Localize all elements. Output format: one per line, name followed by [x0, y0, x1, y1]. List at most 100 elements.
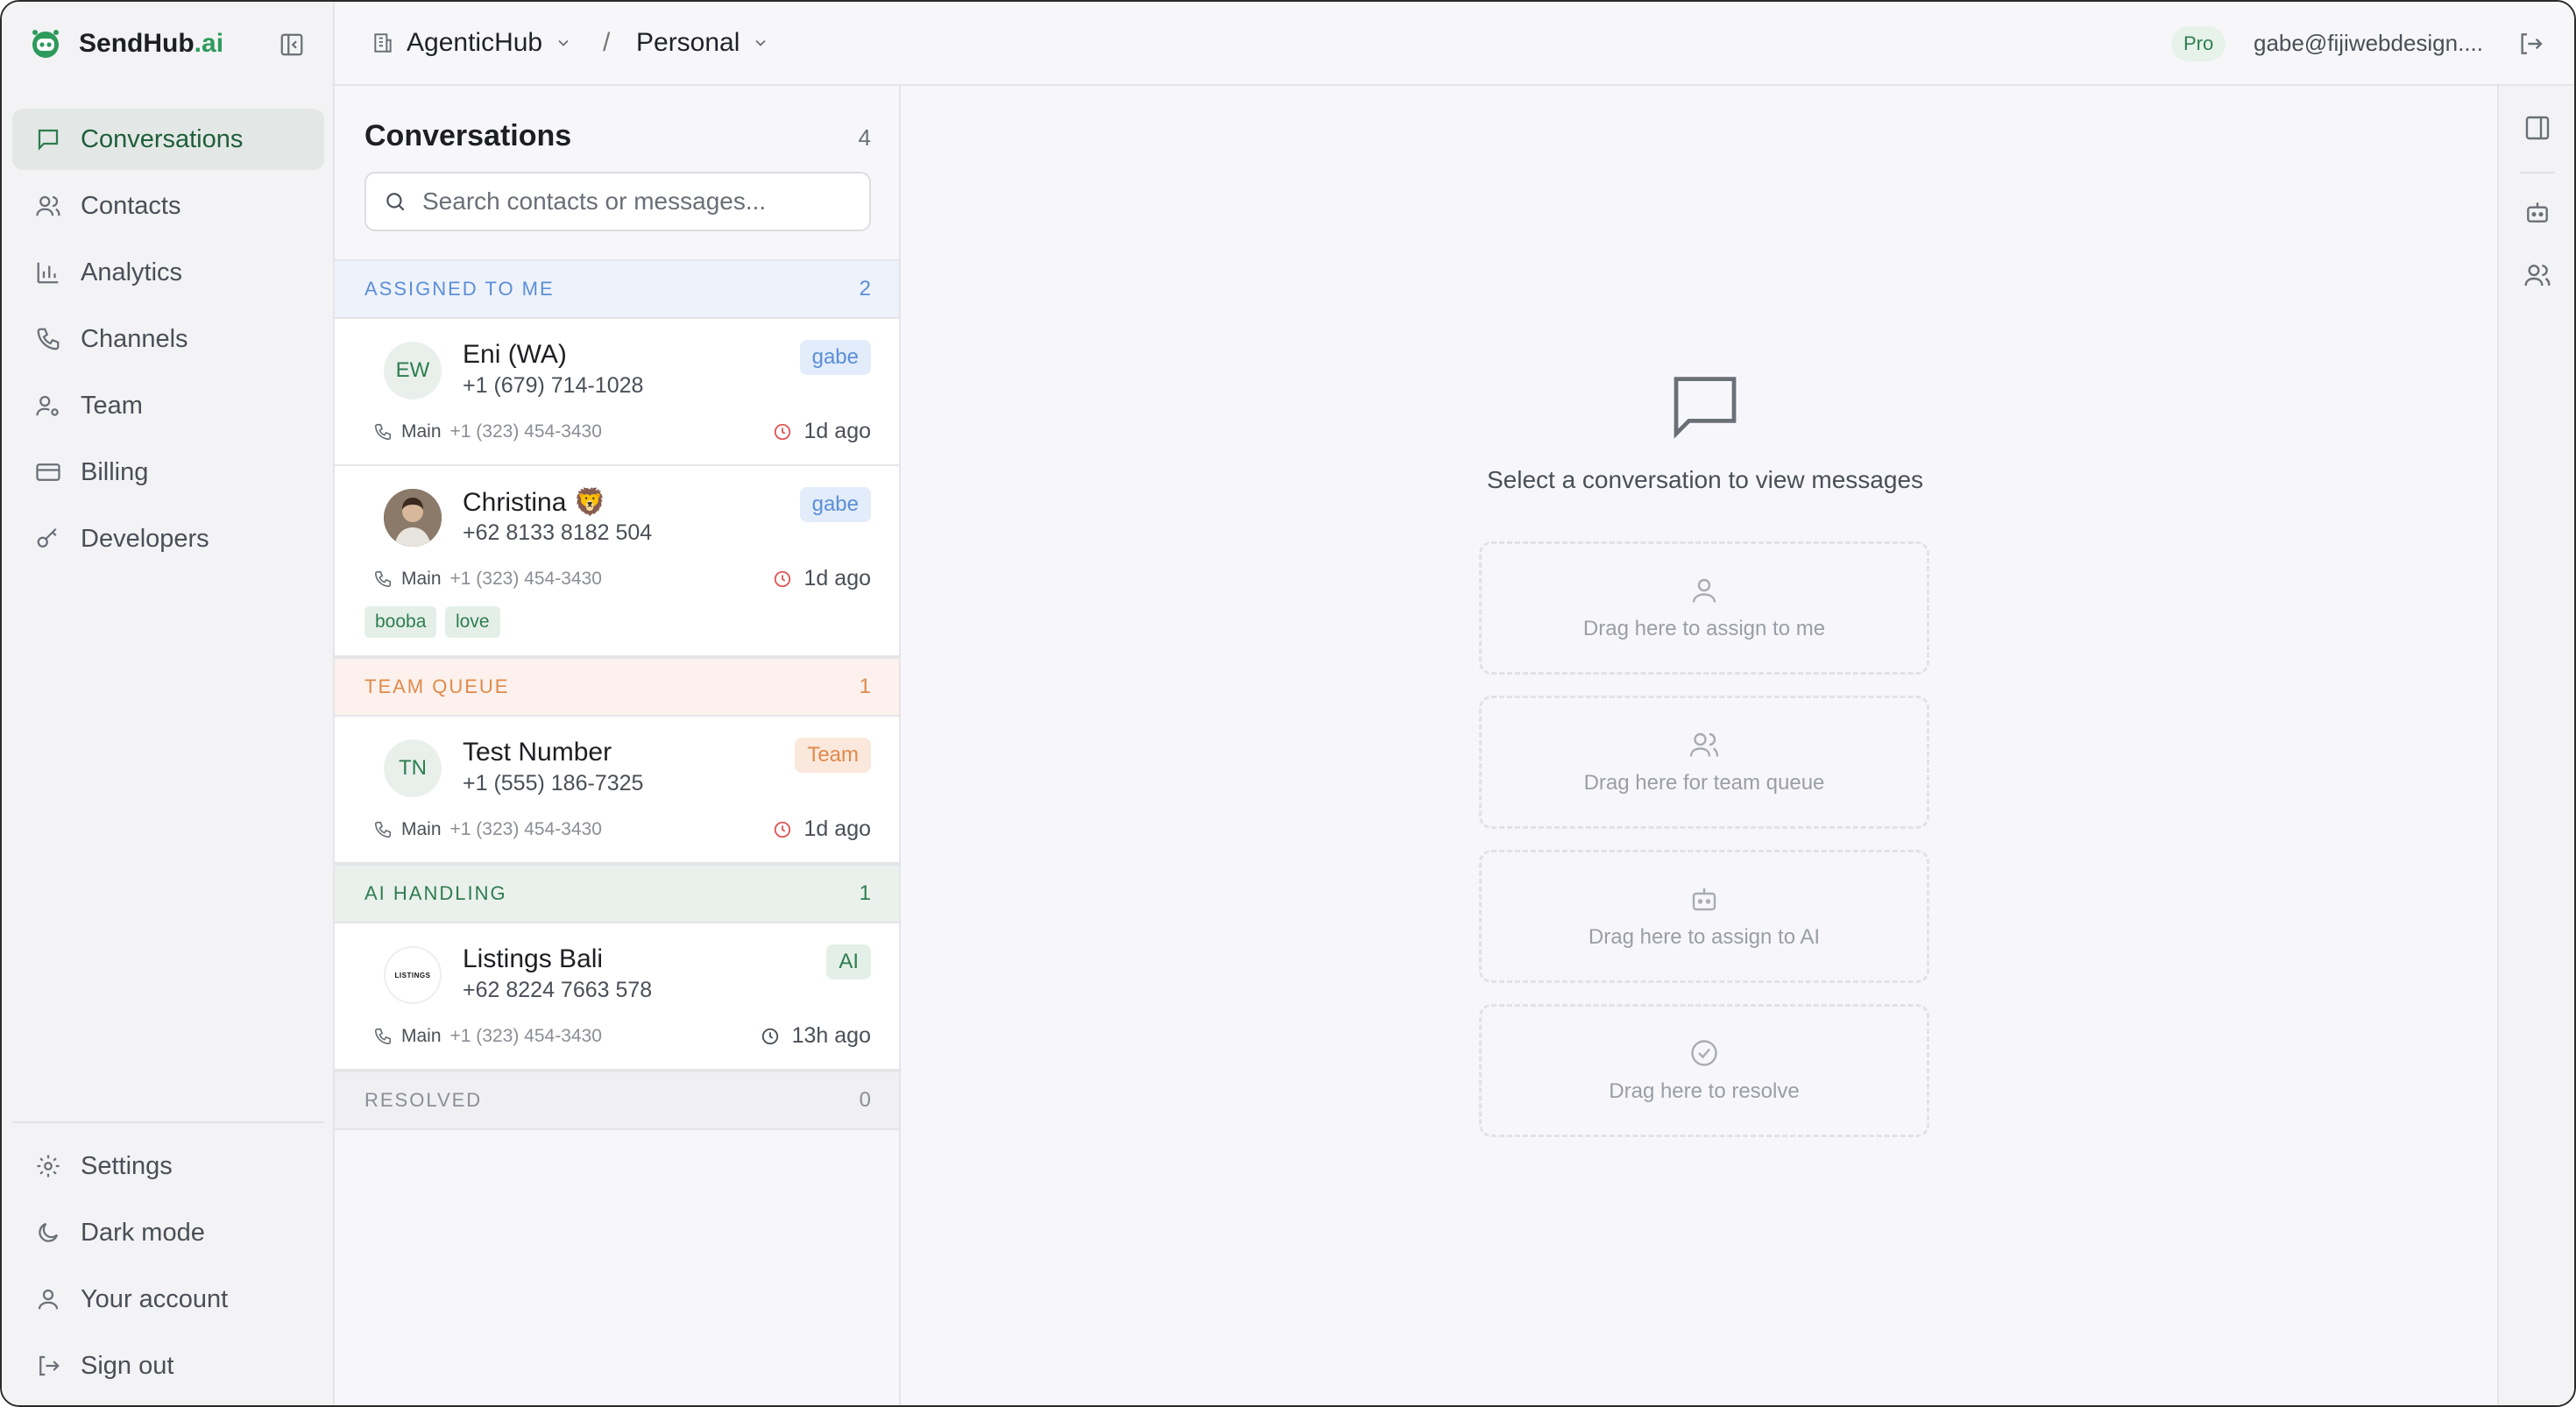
- conversation-item[interactable]: TN Test Number +1 (555) 186-7325 Team Ma…: [335, 717, 899, 864]
- panel-toggle-icon[interactable]: [2523, 114, 2551, 142]
- nav-item-team[interactable]: Team: [12, 375, 324, 436]
- nav-label: Contacts: [81, 191, 181, 220]
- section-resolved[interactable]: RESOLVED 0: [335, 1071, 899, 1130]
- contact-phone: +62 8133 8182 504: [463, 520, 653, 545]
- person-photo-icon: [384, 489, 442, 547]
- key-icon: [37, 527, 57, 548]
- robot-icon[interactable]: [2523, 198, 2551, 226]
- line-chip: Main +1 (323) 454-3430: [364, 417, 611, 447]
- chat-bubble-icon: [1674, 377, 1737, 439]
- section-label: AI HANDLING: [364, 882, 507, 904]
- dropzone-assign-to-ai[interactable]: Drag here to assign to AI: [1479, 850, 1929, 983]
- rail-divider: [2520, 172, 2555, 173]
- section-team-queue[interactable]: TEAM QUEUE 1: [335, 657, 899, 717]
- search-input[interactable]: [422, 187, 860, 216]
- workspace-name: AgenticHub: [407, 28, 543, 57]
- nav-item-sign-out[interactable]: Sign out: [12, 1335, 324, 1396]
- nav-label: Team: [81, 391, 143, 420]
- topbar: AgenticHub / Personal Pro gabe@fijiwebde…: [335, 2, 2574, 86]
- nav-item-contacts[interactable]: Contacts: [12, 175, 324, 237]
- nav-item-settings[interactable]: Settings: [12, 1135, 324, 1197]
- avatar: EW: [384, 342, 442, 399]
- avatar-logo: LISTINGS: [384, 946, 442, 1004]
- nav-item-conversations[interactable]: Conversations: [12, 109, 324, 170]
- scope-name: Personal: [636, 28, 740, 57]
- dropzone-label: Drag here to assign to me: [1582, 617, 1826, 640]
- empty-state-text: Select a conversation to view messages: [1486, 466, 1924, 493]
- sidebar: SendHub.ai Conversations Contacts Analyt…: [2, 2, 335, 1405]
- users-icon[interactable]: [2523, 261, 2551, 289]
- chevron-down-icon: [755, 39, 767, 46]
- line-name: Main: [401, 569, 442, 589]
- main-nav: Conversations Contacts Analytics Channel…: [12, 109, 324, 575]
- dropzone-label: Drag here for team queue: [1583, 771, 1825, 795]
- line-name: Main: [401, 421, 442, 442]
- section-label: RESOLVED: [364, 1089, 483, 1111]
- nav-item-analytics[interactable]: Analytics: [12, 242, 324, 303]
- conversation-item[interactable]: LISTINGS Listings Bali +62 8224 7663 578…: [335, 923, 899, 1071]
- workspace-switcher[interactable]: AgenticHub: [372, 28, 572, 58]
- logout-icon[interactable]: [2516, 30, 2544, 58]
- dropzone-team-queue[interactable]: Drag here for team queue: [1479, 696, 1929, 829]
- plan-badge: Pro: [2171, 26, 2226, 61]
- nav-item-dark-mode[interactable]: Dark mode: [12, 1202, 324, 1263]
- conversation-item[interactable]: EW Eni (WA) +1 (679) 714-1028 gabe Main …: [335, 319, 899, 466]
- nav-label: Settings: [81, 1151, 173, 1180]
- line-chip: Main +1 (323) 454-3430: [364, 815, 611, 845]
- nav-label: Your account: [81, 1284, 229, 1313]
- right-rail: [2497, 86, 2574, 1405]
- label-chip: booba: [364, 606, 437, 638]
- section-assigned-to-me[interactable]: ASSIGNED TO ME 2: [335, 259, 899, 319]
- dropzone-assign-to-me[interactable]: Drag here to assign to me: [1479, 541, 1929, 675]
- nav-label: Sign out: [81, 1351, 174, 1380]
- section-ai-handling[interactable]: AI HANDLING 1: [335, 864, 899, 923]
- time-ago: 1d ago: [773, 817, 871, 842]
- line-chip: Main +1 (323) 454-3430: [364, 564, 611, 594]
- nav-label: Channels: [81, 324, 188, 353]
- line-number: +1 (323) 454-3430: [449, 1026, 602, 1046]
- nav-item-developers[interactable]: Developers: [12, 508, 324, 569]
- avatar-photo: [384, 489, 442, 547]
- nav-item-billing[interactable]: Billing: [12, 442, 324, 503]
- section-count: 1: [859, 881, 871, 905]
- contact-phone: +1 (679) 714-1028: [463, 373, 644, 398]
- time-ago-text: 1d ago: [803, 566, 871, 590]
- check-circle-icon: [1691, 1040, 1717, 1066]
- time-ago: 13h ago: [761, 1023, 871, 1049]
- section-label: TEAM QUEUE: [364, 675, 510, 697]
- scope-switcher[interactable]: Personal: [636, 28, 769, 58]
- nav-item-your-account[interactable]: Your account: [12, 1269, 324, 1330]
- user-icon: [38, 1289, 59, 1310]
- assignee-tag: gabe: [799, 340, 871, 375]
- building-icon: [374, 33, 392, 53]
- contact-name: Listings Bali: [463, 944, 604, 973]
- robot-logo-icon: [32, 30, 59, 58]
- assignee-tag: AI: [826, 944, 871, 979]
- user-email[interactable]: gabe@fijiwebdesign....: [2254, 30, 2483, 57]
- assignee-tag: Team: [795, 738, 871, 773]
- chevron-down-icon: [558, 39, 569, 46]
- conversation-item[interactable]: Christina 🦁 +62 8133 8182 504 gabe Main …: [335, 466, 899, 657]
- nav-item-channels[interactable]: Channels: [12, 308, 324, 370]
- user-gear-icon: [36, 395, 59, 416]
- users-icon: [1689, 732, 1719, 757]
- brand[interactable]: SendHub.ai: [28, 25, 223, 63]
- line-chip: Main +1 (323) 454-3430: [364, 1022, 611, 1051]
- users-icon: [36, 195, 60, 216]
- moon-icon: [39, 1222, 59, 1242]
- brand-name: SendHub.ai: [79, 29, 224, 58]
- app-window: SendHub.ai Conversations Contacts Analyt…: [0, 0, 2576, 1407]
- line-name: Main: [401, 1026, 442, 1046]
- nav-label: Conversations: [81, 124, 244, 153]
- collapse-sidebar-icon[interactable]: [279, 32, 305, 58]
- search-box[interactable]: [364, 172, 871, 231]
- clock-alert-icon: [774, 423, 790, 440]
- dropzone-resolve[interactable]: Drag here to resolve: [1479, 1004, 1929, 1137]
- phone-icon: [37, 328, 60, 350]
- clock-alert-icon: [774, 570, 790, 587]
- contact-name: Christina 🦁: [463, 488, 607, 517]
- clock-icon: [761, 1028, 778, 1044]
- conversation-list-panel: Conversations 4 ASSIGNED TO ME 2 EW Eni …: [335, 86, 901, 1405]
- nav-label: Analytics: [81, 258, 183, 286]
- contact-name: Test Number: [463, 738, 612, 767]
